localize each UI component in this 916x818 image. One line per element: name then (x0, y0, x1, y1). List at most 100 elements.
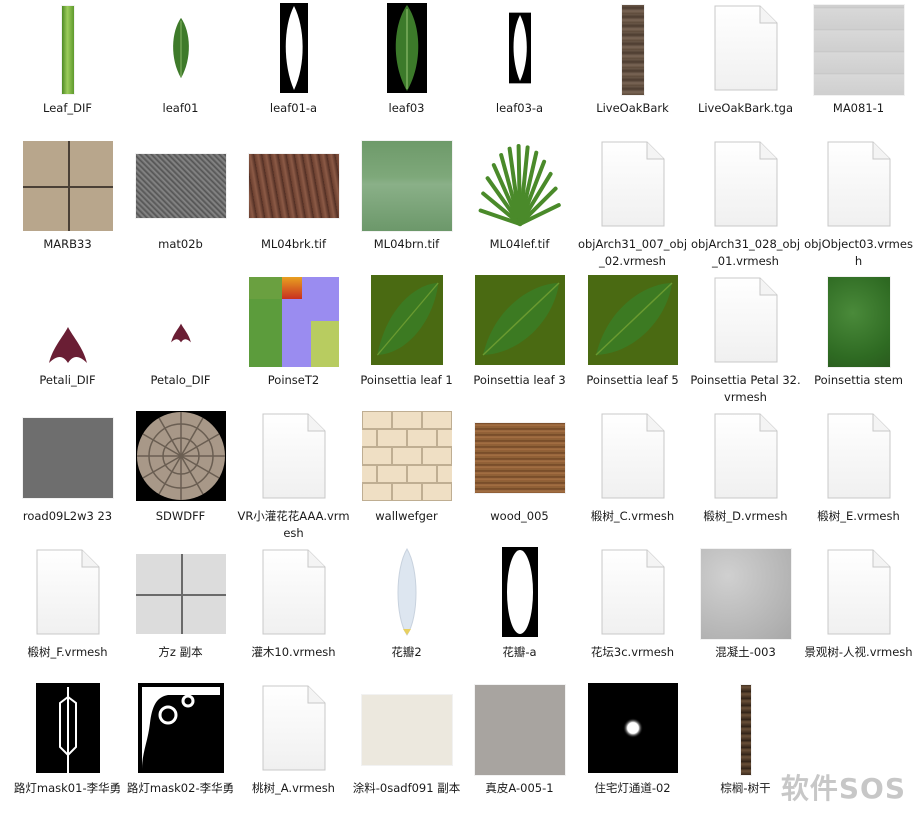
file-name: LiveOakBark (596, 101, 669, 115)
document-icon (689, 2, 802, 98)
file-item[interactable]: VR小灌花花AAA.vrmesh (237, 410, 350, 546)
leaf-texture-thumbnail (350, 274, 463, 370)
file-item[interactable]: Petalo_DIF (124, 274, 237, 410)
file-name: ML04brk.tif (260, 237, 327, 251)
file-name: 灌木10.vrmesh (251, 645, 336, 659)
file-item[interactable]: MA081-1 (802, 2, 915, 138)
file-item[interactable]: ML04brk.tif (237, 138, 350, 274)
file-item[interactable]: Leaf_DIF (11, 2, 124, 138)
file-item[interactable]: leaf03-a (463, 2, 576, 138)
bark-thumbnail (576, 2, 689, 98)
file-name: 椴树_D.vrmesh (703, 509, 788, 523)
file-grid: Leaf_DIF leaf01 leaf01-a leaf03 leaf03-a Live… (0, 0, 916, 815)
file-item[interactable]: LiveOakBark.tga (689, 2, 802, 138)
file-item[interactable]: 住宅灯通道-02 (576, 682, 689, 818)
file-item[interactable]: Poinsettia stem (802, 274, 915, 410)
texture-atlas-thumbnail (237, 274, 350, 370)
concrete-texture-thumbnail (689, 546, 802, 642)
file-item[interactable]: MARB33 (11, 138, 124, 274)
file-item[interactable]: 椴树_C.vrmesh (576, 410, 689, 546)
file-item[interactable]: SDWDFF (124, 410, 237, 546)
file-name: leaf03-a (495, 101, 544, 115)
file-item[interactable]: Poinsettia Petal 32.vrmesh (689, 274, 802, 410)
file-item[interactable]: Poinsettia leaf 5 (576, 274, 689, 410)
petal-thumbnail (350, 546, 463, 642)
file-item[interactable]: leaf01-a (237, 2, 350, 138)
petal-alpha-mask-thumbnail (463, 546, 576, 642)
file-item[interactable]: 涂料-0sadf091 副本 (350, 682, 463, 818)
file-name: 景观树-人视.vrmesh (804, 645, 913, 659)
file-item[interactable]: PoinseT2 (237, 274, 350, 410)
document-icon (237, 682, 350, 778)
file-name: Petalo_DIF (150, 373, 211, 387)
file-item[interactable]: 椴树_E.vrmesh (802, 410, 915, 546)
file-name: 真皮A-005-1 (485, 781, 554, 795)
palm-trunk-thumbnail (689, 682, 802, 778)
file-item[interactable]: Petali_DIF (11, 274, 124, 410)
file-item[interactable]: leaf03 (350, 2, 463, 138)
file-name: 椴树_C.vrmesh (590, 509, 675, 523)
file-item[interactable]: objObject03.vrmesh (802, 138, 915, 274)
file-name: LiveOakBark.tga (697, 101, 794, 115)
asphalt-texture-thumbnail (11, 410, 124, 506)
file-item[interactable]: 路灯mask02-李华勇 (124, 682, 237, 818)
file-name: wallwefger (375, 509, 438, 523)
file-item[interactable]: 景观树-人视.vrmesh (802, 546, 915, 682)
document-icon (802, 138, 915, 234)
stone-tile-thumbnail (11, 138, 124, 234)
leaf-alpha-mask-thumbnail (463, 2, 576, 98)
file-name: VR小灌花花AAA.vrmesh (237, 509, 350, 540)
file-item[interactable]: ML04brn.tif (350, 138, 463, 274)
document-icon (237, 546, 350, 642)
file-name: objArch31_028_obj_01.vrmesh (690, 237, 801, 268)
file-item[interactable]: 桃树_A.vrmesh (237, 682, 350, 818)
file-name: Petali_DIF (39, 373, 96, 387)
file-item[interactable]: wood_005 (463, 410, 576, 546)
file-item[interactable]: 路灯mask01-李华勇 (11, 682, 124, 818)
file-item[interactable]: objArch31_007_obj_02.vrmesh (576, 138, 689, 274)
file-name: 路灯mask02-李华勇 (126, 781, 235, 795)
file-name: leaf01-a (269, 101, 318, 115)
marble-tile-thumbnail (802, 2, 915, 98)
file-item[interactable]: road09L2w3 23 (11, 410, 124, 546)
file-item[interactable]: 花瓣-a (463, 546, 576, 682)
leaf-thumbnail (350, 2, 463, 98)
file-item[interactable]: mat02b (124, 138, 237, 274)
file-name: MARB33 (43, 237, 92, 251)
file-name: 混凝土-003 (715, 645, 776, 659)
file-name: Leaf_DIF (43, 101, 92, 115)
file-name: SDWDFF (155, 509, 206, 523)
file-item[interactable]: Poinsettia leaf 3 (463, 274, 576, 410)
file-item[interactable]: 椴树_F.vrmesh (11, 546, 124, 682)
file-item[interactable]: 灌木10.vrmesh (237, 546, 350, 682)
document-icon (576, 546, 689, 642)
file-name: objObject03.vrmesh (804, 237, 913, 268)
green-texture-thumbnail (802, 274, 915, 370)
file-item[interactable]: 花瓣2 (350, 546, 463, 682)
file-item[interactable]: LiveOakBark (576, 2, 689, 138)
wood-texture-thumbnail (463, 410, 576, 506)
file-name: 方z 副本 (158, 645, 203, 659)
file-name: leaf03 (388, 101, 425, 115)
file-item[interactable]: 椴树_D.vrmesh (689, 410, 802, 546)
document-icon (689, 410, 802, 506)
file-name: 花瓣-a (502, 645, 537, 659)
file-item[interactable]: objArch31_028_obj_01.vrmesh (689, 138, 802, 274)
file-item[interactable]: 花坛3c.vrmesh (576, 546, 689, 682)
file-item[interactable]: 真皮A-005-1 (463, 682, 576, 818)
petal-thumbnail (11, 274, 124, 370)
file-name: mat02b (158, 237, 203, 251)
file-item[interactable]: 方z 副本 (124, 546, 237, 682)
document-icon (802, 410, 915, 506)
file-name: 椴树_F.vrmesh (27, 645, 108, 659)
light-glow-thumbnail (576, 682, 689, 778)
file-name: PoinseT2 (267, 373, 320, 387)
file-item[interactable]: ML04lef.tif (463, 138, 576, 274)
file-item[interactable]: Poinsettia leaf 1 (350, 274, 463, 410)
file-item[interactable]: 混凝土-003 (689, 546, 802, 682)
palm-frond-thumbnail (463, 138, 576, 234)
ornament-mask-thumbnail (124, 682, 237, 778)
file-name: road09L2w3 23 (22, 509, 113, 523)
file-item[interactable]: wallwefger (332, 410, 496, 546)
file-item[interactable]: leaf01 (124, 2, 237, 138)
